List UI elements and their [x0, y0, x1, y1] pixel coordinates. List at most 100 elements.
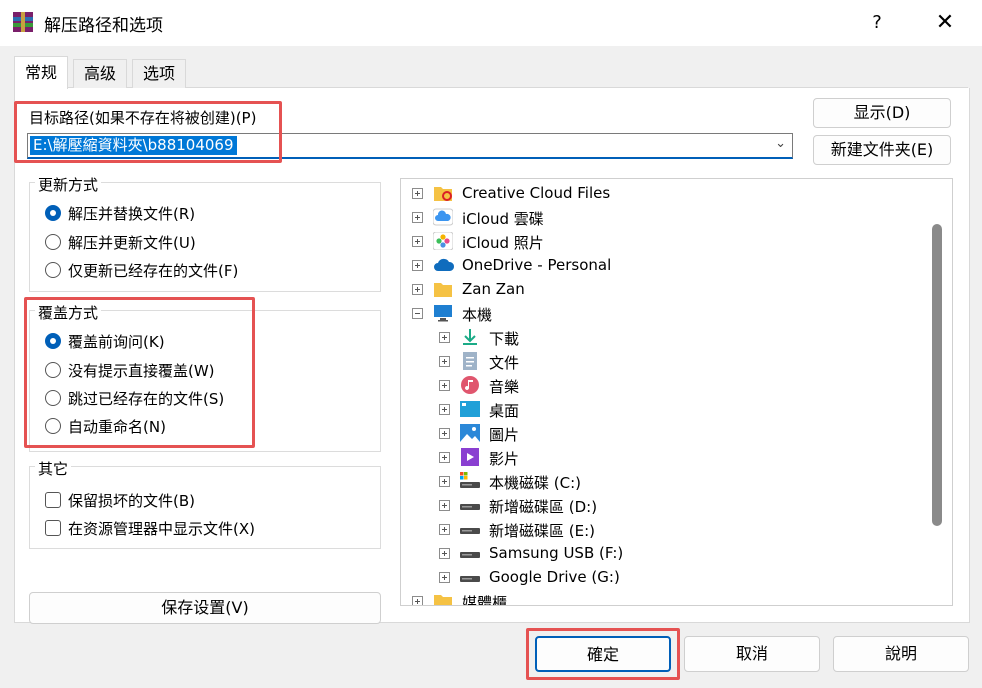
- onedrive-icon: [433, 256, 455, 274]
- winrar-app-icon: [12, 11, 34, 33]
- expand-icon[interactable]: [439, 380, 450, 391]
- folder-icon: [433, 280, 453, 298]
- expand-icon[interactable]: [412, 188, 423, 199]
- expand-icon[interactable]: [412, 212, 423, 223]
- close-button[interactable]: ✕: [930, 8, 960, 38]
- highlight-ok-button: [526, 628, 680, 680]
- drive-icon: [460, 520, 480, 538]
- tree-item[interactable]: 圖片: [401, 421, 931, 445]
- show-button[interactable]: 显示(D): [813, 98, 951, 128]
- expand-icon[interactable]: [439, 476, 450, 487]
- expand-icon[interactable]: [412, 596, 423, 605]
- creative-cloud-folder-icon: [433, 184, 453, 202]
- expand-icon[interactable]: [439, 404, 450, 415]
- tree-item[interactable]: Creative Cloud Files: [401, 181, 931, 205]
- expand-icon[interactable]: [412, 260, 423, 271]
- expand-icon[interactable]: [439, 452, 450, 463]
- misc-title: 其它: [35, 458, 72, 479]
- expand-icon[interactable]: [439, 524, 450, 535]
- tab-general[interactable]: 常规: [14, 56, 69, 89]
- tree-item-label: OneDrive - Personal: [462, 256, 612, 274]
- tree-item[interactable]: 文件: [401, 349, 931, 373]
- checkbox[interactable]: [45, 520, 61, 536]
- tab-advanced[interactable]: 高级: [73, 59, 128, 88]
- tree-item-label: Creative Cloud Files: [462, 184, 611, 202]
- expand-icon[interactable]: [439, 332, 450, 343]
- expand-icon[interactable]: [439, 428, 450, 439]
- tree-item[interactable]: 新增磁碟區 (D:): [401, 493, 931, 517]
- checkbox-label: 保留损坏的文件(B): [68, 492, 195, 510]
- expand-icon[interactable]: [439, 500, 450, 511]
- radio-label: 仅更新已经存在的文件(F): [68, 262, 239, 280]
- help-title-button[interactable]: ?: [862, 10, 892, 36]
- icloud-drive-icon: [432, 208, 454, 226]
- radio-button-selected[interactable]: [45, 205, 61, 221]
- window-title: 解压路径和选项: [44, 16, 163, 36]
- radio-button[interactable]: [45, 234, 61, 250]
- tree-item-label: 本機: [462, 306, 493, 324]
- checkbox-label: 在资源管理器中显示文件(X): [68, 520, 255, 538]
- tree-item-label: 影片: [489, 450, 520, 468]
- radio-label: 解压并替换文件(R): [68, 205, 196, 223]
- tree-item[interactable]: 本機磁碟 (C:): [401, 469, 931, 493]
- drive-icon: [460, 496, 480, 514]
- expand-icon[interactable]: [439, 356, 450, 367]
- tree-item-label: Zan Zan: [462, 280, 525, 298]
- tree-item-label: 本機磁碟 (C:): [489, 474, 581, 492]
- update-mode-title: 更新方式: [35, 174, 102, 195]
- tree-item[interactable]: 影片: [401, 445, 931, 469]
- drive-icon: [460, 544, 480, 562]
- music-icon: [460, 376, 480, 394]
- documents-icon: [460, 352, 480, 370]
- downloads-icon: [460, 328, 480, 346]
- expand-icon[interactable]: [412, 236, 423, 247]
- highlight-target-path: [14, 101, 282, 163]
- chevron-down-icon[interactable]: ⌄: [775, 136, 786, 151]
- tree-item[interactable]: 本機: [401, 301, 931, 325]
- tree-item[interactable]: 新增磁碟區 (E:): [401, 517, 931, 541]
- folder-tree[interactable]: Creative Cloud Files iCloud 雲碟 iCloud 照片…: [400, 178, 953, 606]
- tree-item-label: Samsung USB (F:): [489, 544, 624, 562]
- tree-item[interactable]: 下載: [401, 325, 931, 349]
- tree-item-label: 新增磁碟區 (D:): [489, 498, 598, 516]
- tree-item-label: 文件: [489, 354, 520, 372]
- tree-item-label: 新增磁碟區 (E:): [489, 522, 596, 540]
- desktop-icon: [460, 400, 480, 418]
- tree-item-label: iCloud 照片: [462, 234, 544, 252]
- tree-item[interactable]: iCloud 雲碟: [401, 205, 931, 229]
- save-settings-button[interactable]: 保存设置(V): [29, 592, 381, 624]
- tree-item-label: iCloud 雲碟: [462, 210, 544, 228]
- tree-scrollbar-thumb[interactable]: [932, 224, 942, 526]
- tree-item-label: 音樂: [489, 378, 520, 396]
- tree-item[interactable]: 桌面: [401, 397, 931, 421]
- icloud-photos-icon: [432, 231, 454, 251]
- cancel-button[interactable]: 取消: [684, 636, 820, 672]
- pictures-icon: [460, 424, 480, 442]
- tree-item-label: 下載: [489, 330, 520, 348]
- tree-item-label: Google Drive (G:): [489, 568, 620, 586]
- radio-label: 解压并更新文件(U): [68, 234, 196, 252]
- tree-item[interactable]: Google Drive (G:): [401, 565, 931, 589]
- collapse-icon[interactable]: [412, 308, 423, 319]
- expand-icon[interactable]: [439, 548, 450, 559]
- tree-item[interactable]: Zan Zan: [401, 277, 931, 301]
- this-pc-icon: [433, 304, 453, 322]
- expand-icon[interactable]: [439, 572, 450, 583]
- tree-item[interactable]: 音樂: [401, 373, 931, 397]
- help-button[interactable]: 說明: [833, 636, 969, 672]
- checkbox[interactable]: [45, 492, 61, 508]
- drive-icon: [460, 568, 480, 586]
- tree-item-label: 媒體櫃: [462, 594, 508, 606]
- tree-item[interactable]: iCloud 照片: [401, 229, 931, 253]
- tree-item[interactable]: OneDrive - Personal: [401, 253, 931, 277]
- library-folder-icon: [433, 592, 453, 605]
- tree-item[interactable]: 媒體櫃: [401, 589, 931, 606]
- tree-item[interactable]: Samsung USB (F:): [401, 541, 931, 565]
- system-drive-icon: [460, 472, 480, 490]
- tree-item-label: 桌面: [489, 402, 520, 420]
- tree-item-label: 圖片: [489, 426, 520, 444]
- tab-options[interactable]: 选项: [132, 59, 187, 88]
- expand-icon[interactable]: [412, 284, 423, 295]
- radio-button[interactable]: [45, 262, 61, 278]
- new-folder-button[interactable]: 新建文件夹(E): [813, 135, 951, 165]
